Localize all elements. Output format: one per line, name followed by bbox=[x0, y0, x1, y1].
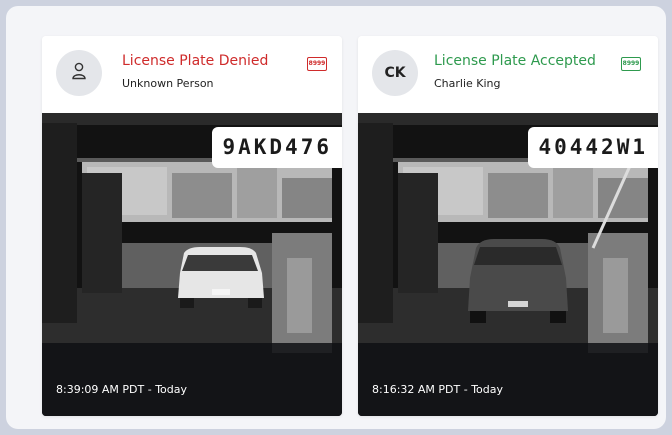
avatar: CK bbox=[372, 50, 418, 96]
avatar-initials: CK bbox=[384, 65, 406, 81]
event-card-denied[interactable]: License Plate Denied Unknown Person 8999 bbox=[42, 36, 342, 416]
plate-number: 40442W1 bbox=[528, 127, 658, 168]
event-timestamp: 8:16:32 AM PDT - Today bbox=[372, 383, 504, 396]
plate-number: 9AKD476 bbox=[212, 127, 342, 168]
person-name: Charlie King bbox=[434, 77, 501, 90]
card-header: License Plate Denied Unknown Person 8999 bbox=[42, 36, 342, 113]
license-plate-icon: 8999 bbox=[307, 57, 327, 71]
avatar bbox=[56, 50, 102, 96]
status-title: License Plate Denied bbox=[122, 53, 269, 69]
license-plate-icon: 8999 bbox=[621, 57, 641, 71]
status-title: License Plate Accepted bbox=[434, 53, 596, 69]
event-panel: License Plate Denied Unknown Person 8999 bbox=[6, 6, 666, 429]
event-card-accepted[interactable]: CK License Plate Accepted Charlie King 8… bbox=[358, 36, 658, 416]
event-timestamp: 8:39:09 AM PDT - Today bbox=[56, 383, 188, 396]
vehicle bbox=[468, 239, 568, 323]
person-name: Unknown Person bbox=[122, 77, 214, 90]
card-header: CK License Plate Accepted Charlie King 8… bbox=[358, 36, 658, 113]
person-outline-icon bbox=[71, 62, 87, 84]
